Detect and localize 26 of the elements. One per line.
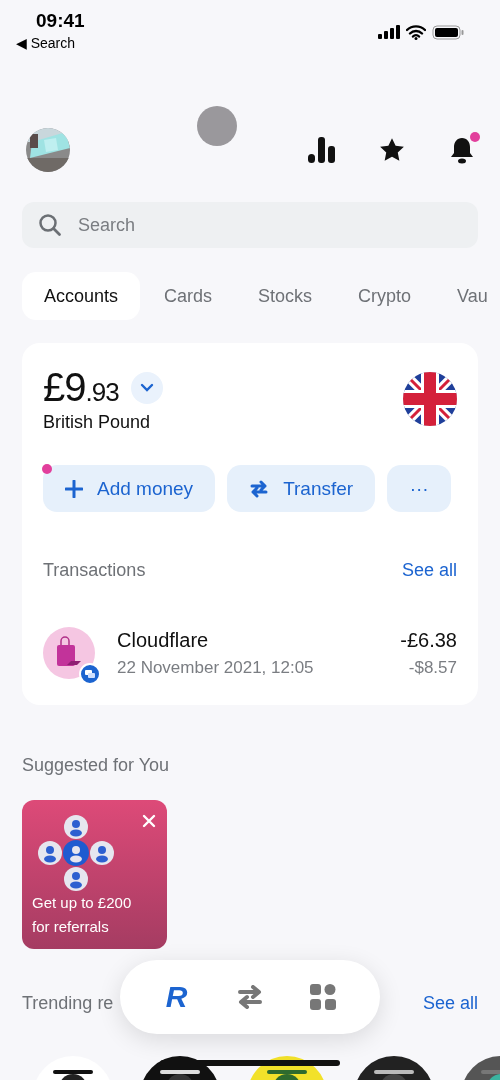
converted-amount: -$8.57 bbox=[408, 657, 457, 678]
tab[interactable]: Accounts bbox=[22, 272, 141, 320]
section-title: Trending re bbox=[22, 993, 114, 1014]
section-title: Transactions bbox=[43, 560, 146, 581]
transfer-button[interactable]: Transfer bbox=[227, 465, 376, 512]
search-input[interactable]: Search bbox=[76, 213, 462, 237]
back-link[interactable]: ◀ Search bbox=[16, 35, 85, 51]
more-button[interactable]: ··· bbox=[387, 465, 452, 512]
tab[interactable]: Vau bbox=[435, 272, 500, 320]
currency-name: British Pound bbox=[43, 412, 152, 433]
status-time: 09:41 bbox=[36, 10, 85, 32]
add-money-button[interactable]: Add money bbox=[43, 465, 216, 512]
transaction-date: 22 November 2021, 12:05 bbox=[117, 657, 314, 678]
referral-card[interactable]: Get up to £200 for referrals bbox=[22, 800, 167, 949]
tab[interactable]: Stocks bbox=[236, 272, 335, 320]
tab[interactable]: Cards bbox=[142, 272, 235, 320]
merchant-name: Cloudflare bbox=[117, 628, 210, 652]
tab[interactable]: Crypto bbox=[336, 272, 434, 320]
section-title: Suggested for You bbox=[22, 755, 170, 775]
see-all-link[interactable]: See all bbox=[401, 560, 457, 581]
search-field[interactable]: Search bbox=[22, 202, 478, 248]
home-tab[interactable]: R bbox=[160, 979, 193, 1015]
balance-amount: £9.93 bbox=[43, 365, 119, 410]
referral-text: Get up to £200 for referrals bbox=[32, 893, 133, 937]
transaction-amount: -£6.38 bbox=[400, 628, 457, 652]
see-all-link[interactable]: See all bbox=[422, 993, 478, 1014]
